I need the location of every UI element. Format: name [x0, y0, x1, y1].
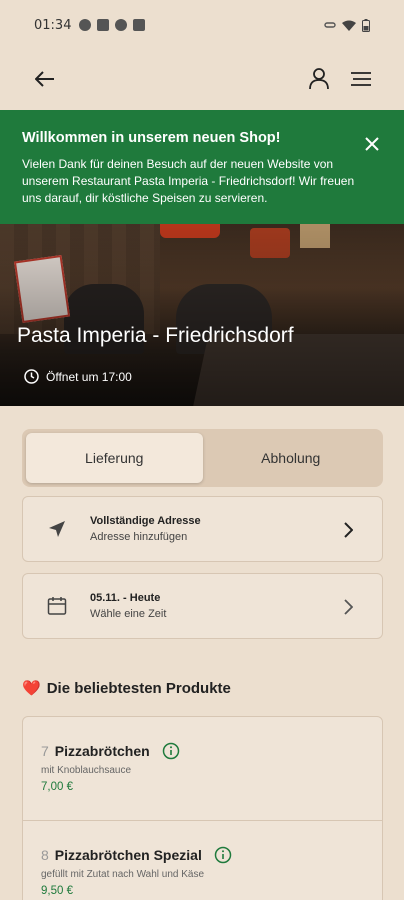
- product-name: Pizzabrötchen Spezial: [54, 847, 202, 863]
- close-icon: [365, 137, 379, 151]
- product-description: gefüllt mit Zutat nach Wahl und Käse: [41, 869, 205, 880]
- hamburger-icon: [351, 72, 371, 86]
- notification-icon: [79, 19, 92, 31]
- heart-icon: ❤️: [22, 680, 41, 697]
- product-price: 9,50 €: [41, 885, 73, 897]
- link-icon: [324, 22, 336, 28]
- popular-products-heading: ❤️ Die beliebtesten Produkte: [22, 679, 231, 698]
- system-icons: [324, 18, 370, 32]
- welcome-banner: Willkommen in unserem neuen Shop! Vielen…: [0, 110, 404, 224]
- product-name: Pizzabrötchen: [54, 743, 150, 759]
- back-button[interactable]: [30, 64, 60, 94]
- android-icon: [133, 19, 146, 31]
- time-subtitle: Wähle eine Zeit: [90, 608, 167, 620]
- banner-title: Willkommen in unserem neuen Shop!: [22, 130, 281, 146]
- menu-button[interactable]: [346, 64, 376, 94]
- battery-icon: [362, 18, 370, 32]
- notification-icons: [79, 19, 146, 31]
- account-button[interactable]: [304, 64, 334, 94]
- opening-hours: Öffnet um 17:00: [24, 369, 132, 384]
- calendar-icon: [45, 594, 69, 618]
- chevron-right-icon: [338, 518, 358, 542]
- product-number: 7: [41, 743, 49, 759]
- navigation-icon: [45, 517, 69, 541]
- restaurant-hero: Pasta Imperia - Friedrichsdorf Öffnet um…: [0, 224, 404, 406]
- popular-products-title: Die beliebtesten Produkte: [46, 679, 231, 697]
- product-item[interactable]: 7 Pizzabrötchen mit Knoblauchsauce 7,00 …: [23, 717, 382, 821]
- arrow-left-icon: [35, 71, 54, 87]
- wifi-icon: [342, 20, 356, 31]
- banner-close-button[interactable]: [360, 132, 384, 156]
- opening-hours-text: Öffnet um 17:00: [46, 369, 132, 384]
- product-number: 8: [41, 847, 49, 863]
- address-card[interactable]: Vollständige Adresse Adresse hinzufügen: [22, 496, 383, 562]
- user-icon: [309, 68, 329, 90]
- status-bar: 01:34: [0, 0, 404, 50]
- restaurant-name: Pasta Imperia - Friedrichsdorf: [17, 324, 294, 347]
- product-description: mit Knoblauchsauce: [41, 765, 132, 776]
- delivery-tab[interactable]: Lieferung: [26, 433, 203, 483]
- product-list: 7 Pizzabrötchen mit Knoblauchsauce 7,00 …: [22, 716, 383, 900]
- address-subtitle: Adresse hinzufügen: [90, 531, 188, 543]
- date-title: 05.11. - Heute: [90, 592, 161, 604]
- pickup-tab[interactable]: Abholung: [203, 433, 380, 483]
- chevron-right-icon: [338, 595, 358, 619]
- time-card[interactable]: 05.11. - Heute Wähle eine Zeit: [22, 573, 383, 639]
- notification-icon: [115, 19, 128, 31]
- product-item[interactable]: 8 Pizzabrötchen Spezial gefüllt mit Zuta…: [23, 821, 382, 900]
- notification-icon: [97, 19, 110, 31]
- info-icon[interactable]: [214, 846, 232, 864]
- order-type-toggle: Lieferung Abholung: [22, 429, 383, 487]
- address-title: Vollständige Adresse: [90, 515, 201, 527]
- app-bar: [0, 52, 404, 108]
- clock-icon: [24, 369, 39, 384]
- info-icon[interactable]: [162, 742, 180, 760]
- banner-text: Vielen Dank für deinen Besuch auf der ne…: [22, 157, 355, 205]
- status-time: 01:34: [34, 17, 72, 33]
- product-price: 7,00 €: [41, 781, 73, 793]
